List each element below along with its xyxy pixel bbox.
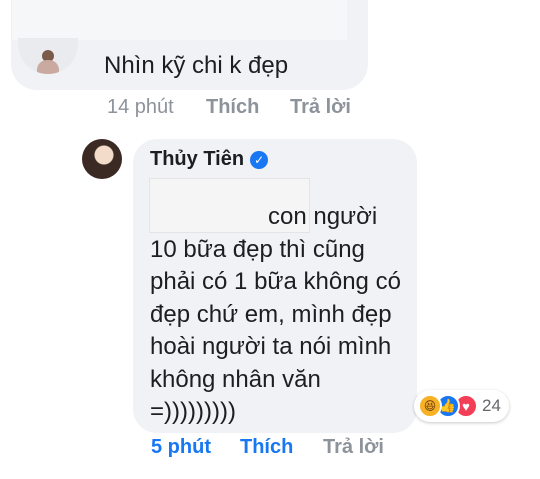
like-button[interactable]: Thích — [206, 96, 259, 119]
comment-time[interactable]: 14 phút — [107, 96, 174, 119]
reply-text-line: 10 bữa đẹp thì cũng — [150, 235, 365, 263]
reaction-count: 24 — [482, 396, 501, 415]
reply-button[interactable]: Trả lời — [290, 96, 351, 119]
comment-time[interactable]: 5 phút — [151, 436, 211, 459]
reply-text: con người 10 bữa đẹp thì cũng phải có 1 … — [150, 201, 410, 429]
like-button[interactable]: Thích — [240, 436, 293, 459]
verified-badge-icon: ✓ — [250, 150, 269, 169]
reactions-summary[interactable]: 😆 👍 ♥ 24 — [414, 390, 509, 422]
avatar-image — [82, 139, 122, 179]
reply-text-line: phải có 1 bữa không có — [150, 268, 401, 295]
avatar-body — [37, 60, 59, 74]
redacted-area — [12, 0, 347, 40]
reply-button[interactable]: Trả lời — [323, 436, 384, 459]
author-name[interactable]: Thủy Tiên — [150, 148, 244, 171]
reply-text-line: =))))))))) — [150, 398, 236, 425]
haha-icon: 😆 — [418, 394, 442, 418]
reply-text-line: con người — [268, 203, 378, 230]
avatar[interactable] — [82, 139, 122, 179]
reply-text-line: đẹp chứ em, mình đẹp — [150, 300, 392, 328]
author-row: Thủy Tiên ✓ — [150, 148, 269, 171]
comment-text: Nhìn kỹ chi k đẹp — [104, 52, 289, 79]
reply-text-line: hoài người ta nói mình — [150, 333, 392, 360]
reply-text-line: không nhân văn — [150, 365, 321, 393]
